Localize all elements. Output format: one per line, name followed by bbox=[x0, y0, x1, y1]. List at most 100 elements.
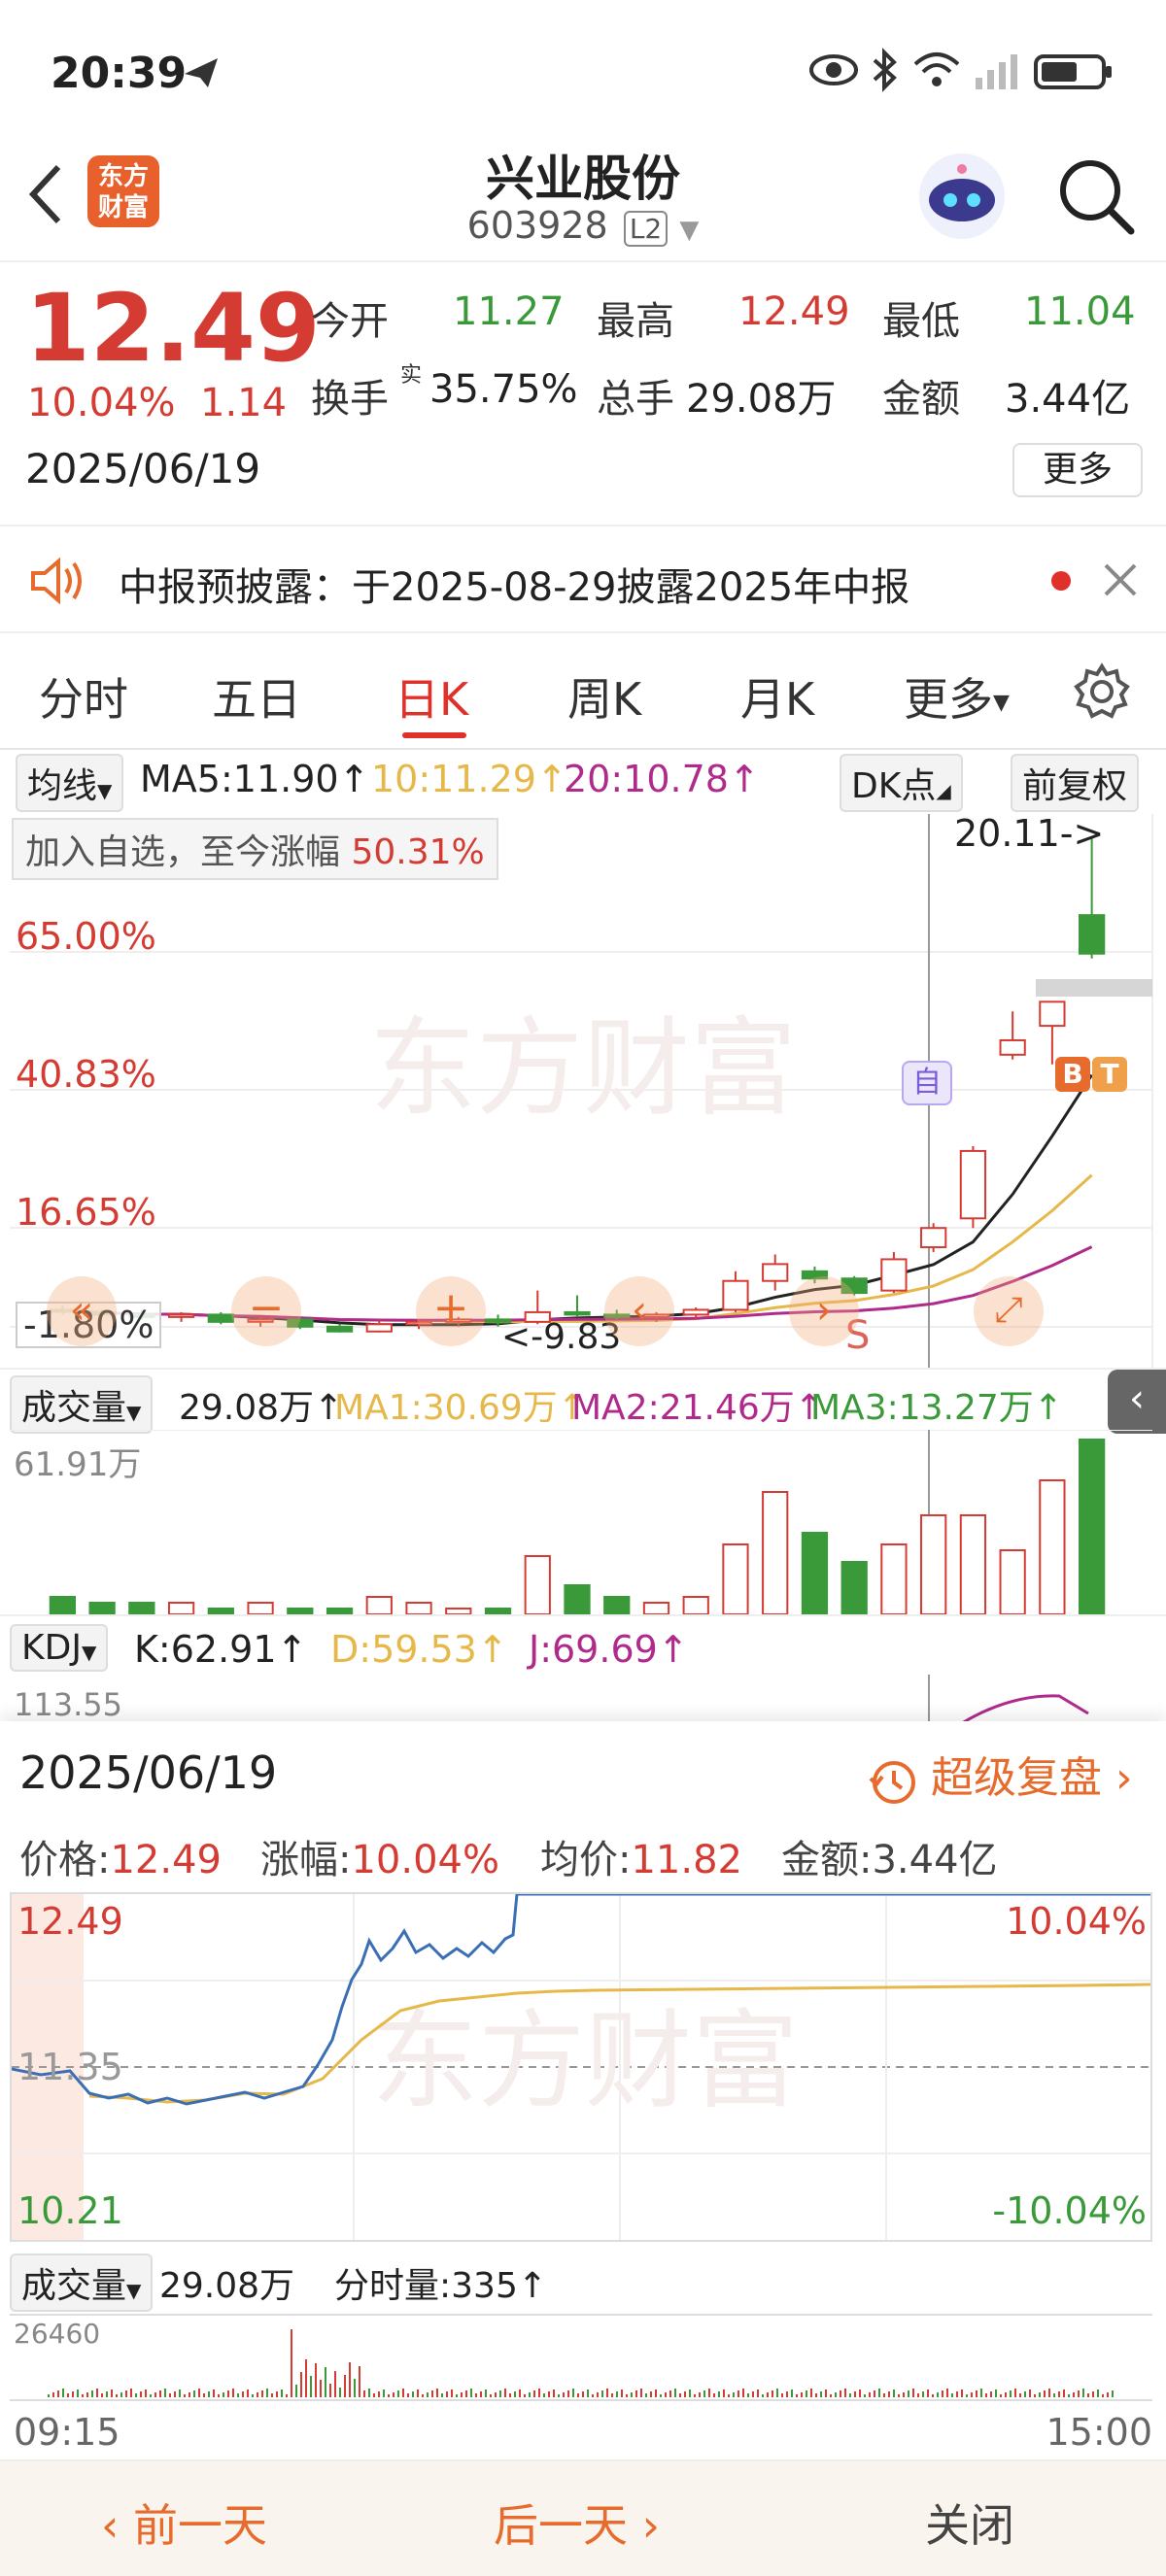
y-label-1: 65.00% bbox=[16, 915, 156, 958]
fullscreen-icon[interactable]: ⤢ bbox=[974, 1276, 1044, 1346]
kdj-d: D:59.53↑ bbox=[330, 1628, 508, 1671]
kdj-select[interactable]: KDJ▼ bbox=[10, 1624, 109, 1672]
notice-bar[interactable]: 中报预披露：于2025-08-29披露2025年中报 bbox=[0, 525, 1166, 633]
next-day-button[interactable]: 后一天 › bbox=[494, 2491, 660, 2555]
step-right-icon[interactable]: › bbox=[789, 1276, 859, 1346]
close-button[interactable]: 关闭 bbox=[925, 2491, 1014, 2555]
volume-bar bbox=[920, 1514, 947, 1615]
candle-body bbox=[722, 1279, 749, 1311]
watermark: 东方财富 bbox=[371, 2002, 799, 2121]
amount-value: 3.44亿 bbox=[1005, 377, 1131, 422]
stock-code-row[interactable]: 603928 L2 ▼ bbox=[389, 204, 777, 247]
intraday-pct-bot: -10.04% bbox=[992, 2189, 1147, 2232]
ma10-value: 10:11.29↑ bbox=[371, 758, 567, 800]
settings-gear-icon[interactable] bbox=[1073, 662, 1131, 721]
volume-bar bbox=[642, 1602, 670, 1615]
wifi-icon bbox=[913, 52, 960, 86]
kdj-select-label: KDJ bbox=[21, 1628, 82, 1668]
candle-body bbox=[207, 1313, 234, 1323]
kline-chart[interactable]: 东方财富 加入自选，至今涨幅 50.31% 20.11-> 65.00% 40.… bbox=[0, 812, 1166, 1368]
zoom-out-icon[interactable]: − bbox=[231, 1276, 301, 1346]
watermark: 东方财富 bbox=[369, 1009, 797, 1129]
logo-line1: 东方 bbox=[97, 162, 149, 191]
tab-fenshi[interactable]: 分时 bbox=[39, 664, 128, 729]
stock-header: 东方 财富 兴业股份 603928 L2 ▼ bbox=[0, 136, 1166, 262]
self-select-mark[interactable]: 自 bbox=[902, 1061, 952, 1105]
intraday-chart[interactable]: 东方财富 12.49 11.35 10.21 10.04% -10.04% bbox=[10, 1892, 1152, 2242]
signal-icon bbox=[976, 54, 1017, 89]
app-logo[interactable]: 东方 财富 bbox=[87, 155, 159, 227]
collapse-panel-icon[interactable]: ‹ bbox=[1108, 1370, 1166, 1434]
search-icon[interactable] bbox=[1055, 155, 1137, 237]
volume-bar bbox=[49, 1596, 76, 1615]
volume-ma2: MA2:21.46万↑ bbox=[571, 1388, 824, 1428]
period-tabs: 分时 五日 日K 周K 月K 更多▼ bbox=[0, 635, 1166, 750]
time-start: 09:15 bbox=[14, 2411, 120, 2454]
review-amount-label: 金额: bbox=[781, 1838, 873, 1882]
history-icon bbox=[869, 1761, 915, 1804]
intraday-pct-top: 10.04% bbox=[1006, 1900, 1147, 1943]
prev-page-icon[interactable]: « bbox=[47, 1276, 117, 1346]
volume-bar bbox=[603, 1596, 631, 1615]
volume-bar bbox=[1039, 1479, 1066, 1615]
step-left-icon[interactable]: ‹ bbox=[604, 1276, 674, 1346]
turnover-value: 35.75% bbox=[429, 367, 578, 412]
high-value: 12.49 bbox=[738, 289, 850, 334]
volume-bar bbox=[682, 1596, 709, 1615]
chevron-right-icon: › bbox=[1115, 1753, 1133, 1803]
more-button[interactable]: 更多 bbox=[1012, 443, 1143, 497]
volume-value: 29.08万 bbox=[686, 377, 837, 422]
volume-bar bbox=[722, 1543, 749, 1615]
volume-bars bbox=[49, 1439, 1106, 1615]
close-icon[interactable] bbox=[1102, 561, 1139, 598]
tab-zhouk[interactable]: 周K bbox=[567, 664, 641, 729]
prev-day-button[interactable]: ‹ 前一天 bbox=[101, 2491, 267, 2555]
volume-max-label: 61.91万 bbox=[14, 1445, 142, 1484]
zoom-in-icon[interactable]: + bbox=[416, 1276, 486, 1346]
tab-more[interactable]: 更多▼ bbox=[904, 664, 1010, 729]
volume-bar bbox=[405, 1602, 432, 1615]
y-label-2: 40.83% bbox=[16, 1053, 156, 1096]
high-marker: 20.11-> bbox=[954, 812, 1105, 855]
candle-body bbox=[880, 1258, 908, 1292]
caret-down-icon: ◢ bbox=[936, 779, 951, 802]
intraday-volume-svg bbox=[48, 2329, 1114, 2397]
volume-bar bbox=[999, 1549, 1026, 1615]
intraday-y-bot: 10.21 bbox=[17, 2189, 123, 2232]
volume-select[interactable]: 成交量▼ bbox=[10, 1375, 154, 1434]
volume-bar bbox=[128, 1602, 155, 1615]
watchlist-badge[interactable]: 加入自选，至今涨幅 50.31% bbox=[12, 818, 498, 880]
low-value: 11.04 bbox=[1024, 289, 1136, 334]
back-icon[interactable] bbox=[25, 163, 64, 225]
dk-point-select[interactable]: DK点◢ bbox=[840, 754, 963, 812]
adjust-select[interactable]: 前复权 bbox=[1011, 754, 1140, 812]
robot-avatar-icon[interactable] bbox=[915, 150, 1009, 243]
intraday-volume-select[interactable]: 成交量▼ bbox=[10, 2254, 154, 2312]
intraday-svg: 东方财富 bbox=[12, 1894, 1150, 2240]
review-price: 价格:12.49 bbox=[19, 1828, 222, 1884]
ma-select[interactable]: 均线▼ bbox=[16, 754, 124, 812]
buy-mark[interactable]: B bbox=[1055, 1057, 1090, 1092]
t-mark[interactable]: T bbox=[1092, 1057, 1127, 1092]
amount-label: 金额 bbox=[882, 377, 960, 422]
review-pct-label: 涨幅: bbox=[260, 1838, 352, 1882]
intraday-volume-chart[interactable]: 26460 bbox=[10, 2314, 1152, 2401]
review-price-label: 价格: bbox=[19, 1838, 111, 1882]
volume-legend: 成交量▼ 29.08万↑ MA1:30.69万↑ MA2:21.46万↑ MA3… bbox=[0, 1368, 1166, 1434]
super-review-label: 超级复盘 bbox=[931, 1753, 1102, 1803]
tab-wuri[interactable]: 五日 bbox=[212, 664, 301, 729]
logo-line2: 财富 bbox=[97, 193, 149, 222]
tab-yuek[interactable]: 月K bbox=[740, 664, 814, 729]
volume-chart[interactable]: 61.91万 bbox=[0, 1429, 1166, 1615]
intraday-y-top: 12.49 bbox=[17, 1900, 123, 1943]
volume-bar bbox=[365, 1596, 393, 1615]
prev-day-label: 前一天 bbox=[133, 2499, 268, 2552]
candle-body bbox=[167, 1313, 195, 1318]
kdj-lines bbox=[928, 1675, 1089, 1723]
kdj-k: K:62.91↑ bbox=[134, 1628, 308, 1671]
volume-ma1: MA1:30.69万↑ bbox=[334, 1388, 587, 1428]
price-band bbox=[1036, 979, 1152, 997]
super-review-link[interactable]: 超级复盘 › bbox=[867, 1743, 1133, 1806]
volume-ma3: MA3:13.27万↑ bbox=[810, 1388, 1063, 1428]
tab-rik[interactable]: 日K bbox=[394, 664, 468, 729]
